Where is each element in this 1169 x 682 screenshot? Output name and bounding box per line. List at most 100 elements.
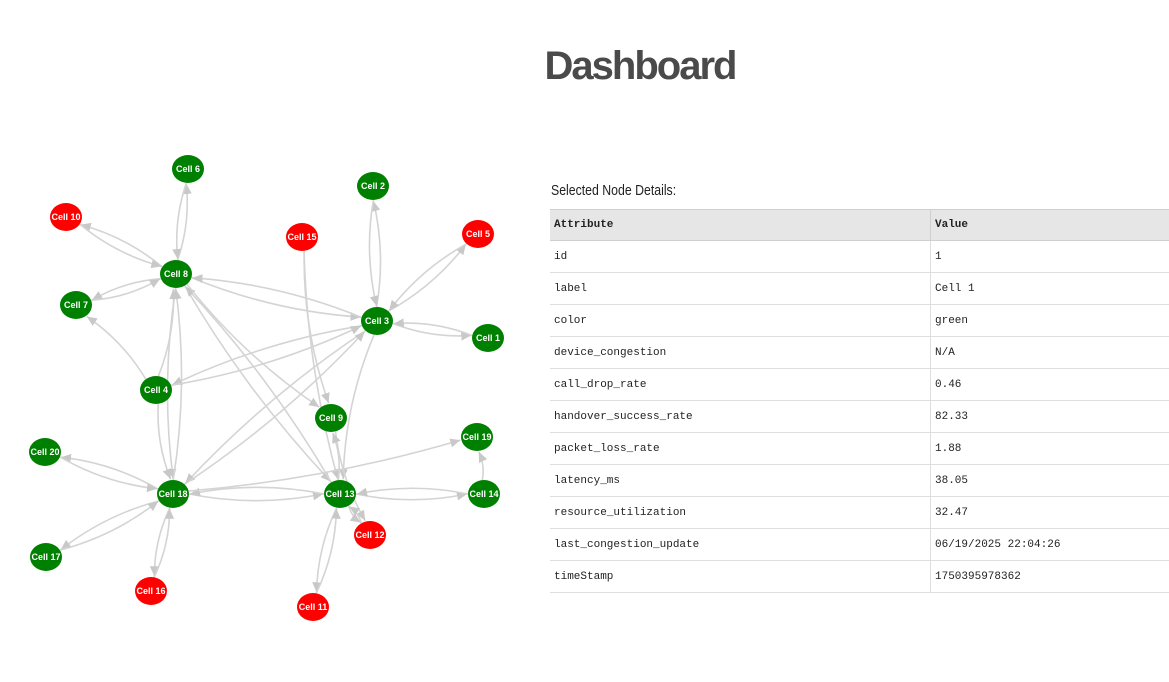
attribute-cell: call_drop_rate (550, 368, 931, 401)
value-cell: 1750395978362 (930, 560, 1169, 593)
details-heading: Selected Node Details: (551, 182, 677, 199)
value-cell: Cell 1 (930, 272, 1169, 305)
attribute-cell: timeStamp (550, 560, 931, 593)
node-circle[interactable] (354, 521, 386, 549)
graph-node-16[interactable]: Cell 16 (135, 577, 167, 605)
edge-18-16 (149, 507, 171, 577)
node-circle[interactable] (461, 423, 493, 451)
node-circle[interactable] (29, 438, 61, 466)
edge-3-5 (388, 243, 467, 312)
table-row: last_congestion_update 06/19/2025 22:04:2… (550, 528, 1169, 561)
graph-node-9[interactable]: Cell 9 (315, 404, 347, 432)
details-table: Attribute Value id 1 label Cell 1 color green… (550, 209, 1169, 593)
table-row: handover_success_rate 82.33 (550, 400, 1169, 433)
attribute-cell: latency_ms (550, 464, 931, 497)
node-circle[interactable] (472, 324, 504, 352)
graph-node-14[interactable]: Cell 14 (468, 480, 500, 508)
details-header-row: Attribute Value (550, 209, 1169, 241)
node-circle[interactable] (50, 203, 82, 231)
node-circle[interactable] (60, 291, 92, 319)
value-cell: 1.88 (930, 432, 1169, 465)
node-circle[interactable] (297, 593, 329, 621)
edge-8-3 (191, 276, 361, 321)
table-row: latency_ms 38.05 (550, 464, 1169, 497)
edge-8-13 (184, 285, 332, 483)
column-header-attribute: Attribute (550, 209, 931, 241)
graph-node-2[interactable]: Cell 2 (357, 172, 389, 200)
edge-4-3 (170, 325, 362, 387)
network-graph[interactable]: Cell 1 Cell 2 Cell 3 Cell 4 Cell 5 Cell 6 Cell… (0, 120, 540, 640)
edge-3-8 (192, 274, 362, 319)
graph-node-6[interactable]: Cell 6 (172, 155, 204, 183)
value-cell: 32.47 (930, 496, 1169, 529)
selected-node-details: Selected Node Details: Attribute Value i… (550, 182, 1169, 593)
edge-14-19 (478, 451, 488, 481)
value-cell: 06/19/2025 22:04:26 (930, 528, 1169, 561)
node-circle[interactable] (324, 480, 356, 508)
edge-3-4 (171, 324, 363, 386)
graph-node-11[interactable]: Cell 11 (297, 593, 329, 621)
edge-7-8 (91, 278, 161, 302)
node-circle[interactable] (172, 155, 204, 183)
graph-node-3[interactable]: Cell 3 (361, 307, 393, 335)
graph-node-5[interactable]: Cell 5 (462, 220, 494, 248)
value-cell: 38.05 (930, 464, 1169, 497)
table-row: device_congestion N/A (550, 336, 1169, 369)
value-cell: green (930, 304, 1169, 337)
value-cell: 82.33 (930, 400, 1169, 433)
node-circle[interactable] (357, 172, 389, 200)
table-row: id 1 (550, 240, 1169, 273)
network-graph-canvas[interactable]: Cell 1 Cell 2 Cell 3 Cell 4 Cell 5 Cell 6 Cell… (0, 120, 540, 640)
node-circle[interactable] (140, 376, 172, 404)
value-cell: 0.46 (930, 368, 1169, 401)
graph-node-18[interactable]: Cell 18 (157, 480, 189, 508)
graph-node-12[interactable]: Cell 12 (354, 521, 386, 549)
edge-10-8 (79, 223, 162, 269)
graph-node-1[interactable]: Cell 1 (472, 324, 504, 352)
edge-18-20 (60, 453, 159, 490)
table-row: timeStamp 1750395978362 (550, 560, 1169, 593)
node-circle[interactable] (315, 404, 347, 432)
attribute-cell: packet_loss_rate (550, 432, 931, 465)
column-header-value: Value (930, 209, 1169, 241)
value-cell: N/A (930, 336, 1169, 369)
edge-18-19 (188, 438, 461, 492)
edge-3-2 (371, 200, 382, 308)
graph-node-10[interactable]: Cell 10 (50, 203, 82, 231)
table-row: resource_utilization 32.47 (550, 496, 1169, 529)
edge-17-18 (59, 500, 159, 551)
attribute-cell: color (550, 304, 931, 337)
edges-layer (59, 182, 488, 594)
graph-node-15[interactable]: Cell 15 (286, 223, 318, 251)
node-circle[interactable] (157, 480, 189, 508)
edge-2-3 (368, 199, 379, 307)
edge-16-18 (153, 508, 175, 578)
table-row: call_drop_rate 0.46 (550, 368, 1169, 401)
node-circle[interactable] (135, 577, 167, 605)
edge-18-17 (60, 500, 160, 551)
attribute-cell: id (550, 240, 931, 273)
node-circle[interactable] (30, 543, 62, 571)
page-title: Dashboard (544, 44, 738, 88)
graph-node-7[interactable]: Cell 7 (60, 291, 92, 319)
graph-node-13[interactable]: Cell 13 (324, 480, 356, 508)
edge-13-8 (184, 285, 332, 483)
node-circle[interactable] (468, 480, 500, 508)
nodes-layer: Cell 1 Cell 2 Cell 3 Cell 4 Cell 5 Cell 6 Cell… (29, 155, 504, 621)
edge-13-14 (355, 491, 468, 501)
graph-node-17[interactable]: Cell 17 (30, 543, 62, 571)
graph-node-20[interactable]: Cell 20 (29, 438, 61, 466)
node-circle[interactable] (286, 223, 318, 251)
graph-node-4[interactable]: Cell 4 (140, 376, 172, 404)
attribute-cell: last_congestion_update (550, 528, 931, 561)
node-circle[interactable] (160, 260, 192, 288)
attribute-cell: resource_utilization (550, 496, 931, 529)
edge-3-13 (338, 334, 375, 480)
node-circle[interactable] (361, 307, 393, 335)
attribute-cell: label (550, 272, 931, 305)
attribute-cell: handover_success_rate (550, 400, 931, 433)
table-row: packet_loss_rate 1.88 (550, 432, 1169, 465)
graph-node-8[interactable]: Cell 8 (160, 260, 192, 288)
node-circle[interactable] (462, 220, 494, 248)
graph-node-19[interactable]: Cell 19 (461, 423, 493, 451)
